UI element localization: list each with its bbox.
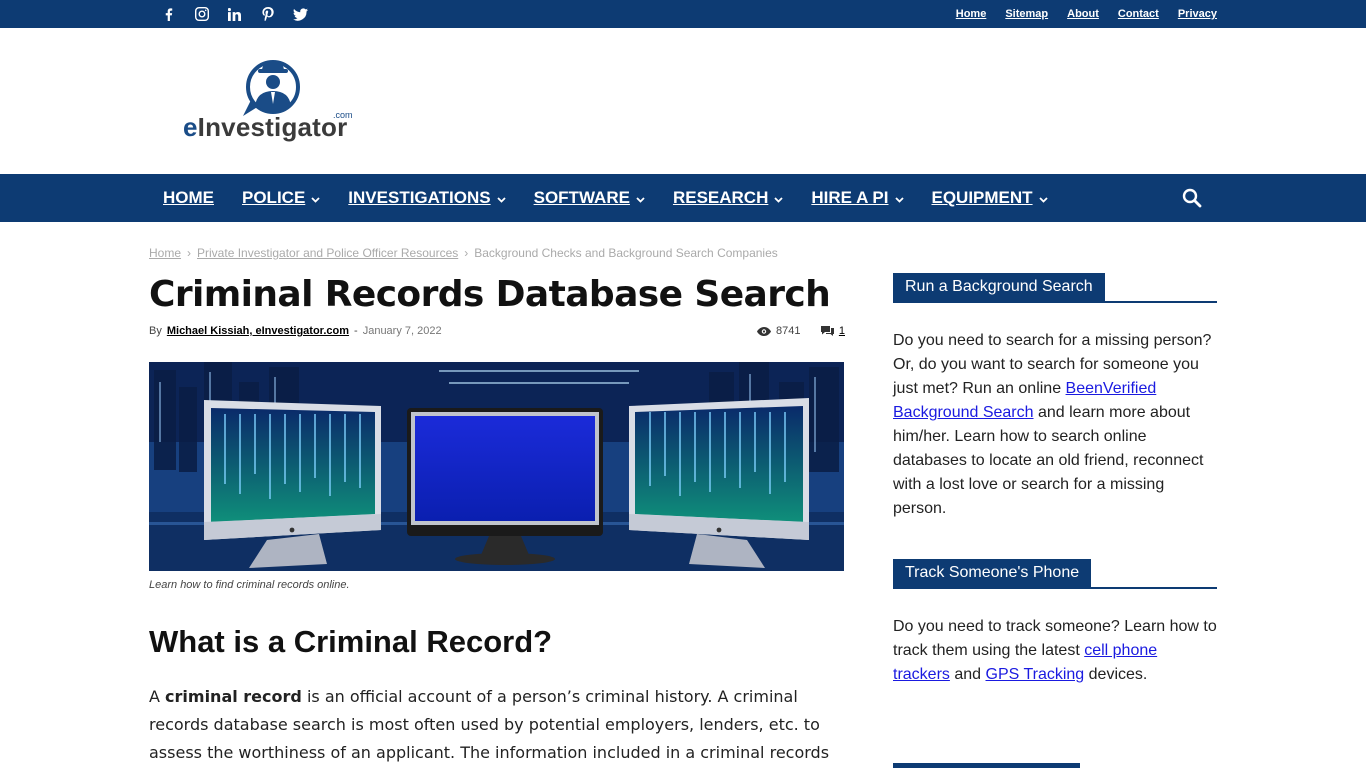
widget-text-background-search: Do you need to search for a missing pers… xyxy=(893,332,1212,517)
views-count: 8741 xyxy=(757,325,800,337)
article-meta: By Michael Kissiah, eInvestigator.com - … xyxy=(149,325,442,337)
top-link-about[interactable]: About xyxy=(1067,8,1099,20)
site-logo[interactable]: eInvestigator .com xyxy=(183,60,363,150)
breadcrumb-home[interactable]: Home xyxy=(149,246,181,260)
publish-date: January 7, 2022 xyxy=(362,325,442,337)
pinterest-icon[interactable] xyxy=(251,0,284,28)
widget-title-partial xyxy=(893,763,1080,768)
breadcrumb-current: Background Checks and Background Search … xyxy=(474,246,778,260)
meta-dash: - xyxy=(354,325,358,337)
breadcrumb-separator: › xyxy=(187,246,192,260)
nav-research[interactable]: RESEARCH xyxy=(659,174,797,222)
section-heading: What is a Criminal Record? xyxy=(149,624,553,659)
logo-wordmark: eInvestigator xyxy=(183,112,348,142)
nav-investigations[interactable]: INVESTIGATIONS xyxy=(334,174,519,222)
breadcrumb-separator: › xyxy=(464,246,469,260)
widget-text-track-phone: Do you need to track someone? Learn how … xyxy=(893,618,1217,683)
nav-hire-a-pi[interactable]: HIRE A PI xyxy=(797,174,917,222)
breadcrumb: Home › Private Investigator and Police O… xyxy=(149,246,778,260)
search-icon[interactable] xyxy=(1182,188,1202,208)
top-link-contact[interactable]: Contact xyxy=(1118,8,1159,20)
site-header: eInvestigator .com xyxy=(0,28,1366,174)
author-link[interactable]: Michael Kissiah, eInvestigator.com xyxy=(167,325,349,337)
article-paragraph: A criminal record is an official account… xyxy=(149,687,830,762)
eye-icon xyxy=(757,326,771,336)
top-link-sitemap[interactable]: Sitemap xyxy=(1005,8,1048,20)
detective-icon xyxy=(243,60,300,116)
top-link-home[interactable]: Home xyxy=(956,8,987,20)
gps-tracking-link[interactable]: GPS Tracking xyxy=(986,666,1085,683)
logo-dotcom: .com xyxy=(333,110,353,120)
featured-image xyxy=(149,362,844,571)
chevron-down-icon xyxy=(1038,188,1048,208)
article-stats: 8741 1 xyxy=(757,325,845,337)
main-nav: HOME POLICE INVESTIGATIONS SOFTWARE RESE… xyxy=(0,174,1366,222)
chevron-down-icon xyxy=(496,188,506,208)
widget-title-background-search: Run a Background Search xyxy=(893,273,1217,303)
image-caption: Learn how to find criminal records onlin… xyxy=(149,579,350,591)
comment-icon xyxy=(820,326,834,336)
twitter-icon[interactable] xyxy=(284,0,317,28)
nav-equipment[interactable]: EQUIPMENT xyxy=(918,174,1062,222)
facebook-icon[interactable] xyxy=(152,0,185,28)
chevron-down-icon xyxy=(636,188,645,208)
top-link-privacy[interactable]: Privacy xyxy=(1178,8,1217,20)
page-title: Criminal Records Database Search xyxy=(149,274,831,315)
chevron-down-icon xyxy=(894,188,904,208)
social-links xyxy=(152,0,317,28)
nav-police[interactable]: POLICE xyxy=(228,174,334,222)
instagram-icon[interactable] xyxy=(185,0,218,28)
top-links: Home Sitemap About Contact Privacy xyxy=(956,0,1217,28)
breadcrumb-resources[interactable]: Private Investigator and Police Officer … xyxy=(197,246,458,260)
chevron-down-icon xyxy=(311,188,320,208)
nav-home[interactable]: HOME xyxy=(149,174,228,222)
nav-software[interactable]: SOFTWARE xyxy=(520,174,659,222)
linkedin-icon[interactable] xyxy=(218,0,251,28)
top-bar: Home Sitemap About Contact Privacy xyxy=(0,0,1366,28)
chevron-down-icon xyxy=(774,188,783,208)
by-label: By xyxy=(149,325,162,337)
nav-items: HOME POLICE INVESTIGATIONS SOFTWARE RESE… xyxy=(149,174,1062,222)
comments-count[interactable]: 1 xyxy=(820,325,845,337)
bold-term: criminal record xyxy=(165,687,302,706)
widget-title-track-phone: Track Someone's Phone xyxy=(893,559,1217,589)
